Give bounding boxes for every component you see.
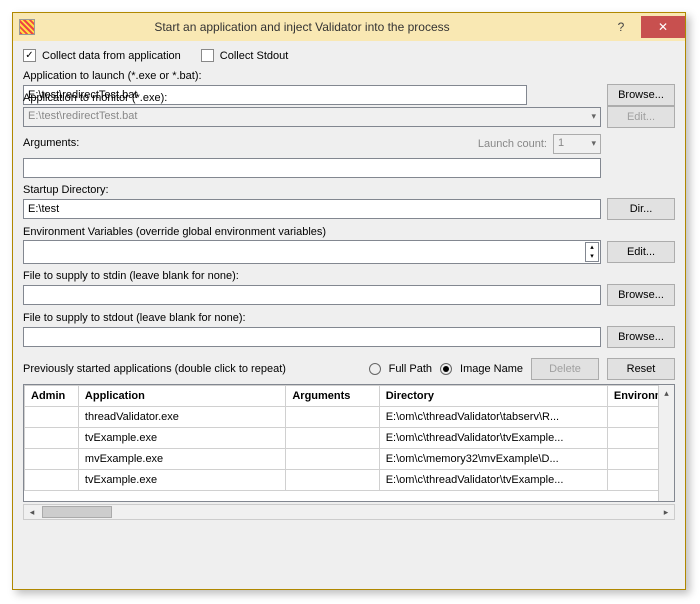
env-vars-stepper[interactable]: ▴ ▾: [585, 242, 599, 262]
table-row[interactable]: threadValidator.exe E:\om\c\threadValidat…: [25, 407, 674, 428]
edit-monitor-button[interactable]: Edit...: [607, 106, 675, 128]
th-admin[interactable]: Admin: [25, 386, 79, 407]
stdout-file-input[interactable]: [23, 327, 601, 347]
chevron-up-icon[interactable]: ▴: [586, 243, 598, 252]
cell-admin: [25, 407, 79, 428]
cell-app: mvExample.exe: [78, 449, 285, 470]
browse-stdin-button[interactable]: Browse...: [607, 284, 675, 306]
startup-dir-label: Startup Directory:: [23, 184, 675, 196]
arguments-label: Arguments:: [23, 137, 472, 149]
titlebar-buttons: ? ✕: [601, 16, 685, 38]
edit-env-button[interactable]: Edit...: [607, 241, 675, 263]
th-directory[interactable]: Directory: [379, 386, 607, 407]
cell-args: [286, 407, 379, 428]
image-name-radio[interactable]: [440, 363, 452, 375]
cell-dir: E:\om\c\threadValidator\tvExample...: [379, 428, 607, 449]
table-row[interactable]: tvExample.exe E:\om\c\threadValidator\tvE…: [25, 428, 674, 449]
full-path-radio[interactable]: [369, 363, 381, 375]
cell-dir: E:\om\c\threadValidator\tvExample...: [379, 470, 607, 491]
cell-dir: E:\om\c\threadValidator\tabserv\R...: [379, 407, 607, 428]
cell-admin: [25, 428, 79, 449]
cell-admin: [25, 470, 79, 491]
window-title: Start an application and inject Validato…: [43, 20, 601, 34]
app-monitor-input[interactable]: E:\test\redirectTest.bat: [23, 107, 601, 127]
cell-admin: [25, 449, 79, 470]
browse-stdout-button[interactable]: Browse...: [607, 326, 675, 348]
cell-args: [286, 428, 379, 449]
stdout-file-label: File to supply to stdout (leave blank fo…: [23, 312, 675, 324]
cell-app: threadValidator.exe: [78, 407, 285, 428]
cell-args: [286, 449, 379, 470]
delete-button[interactable]: Delete: [531, 358, 599, 380]
dialog-content: Collect data from application Collect St…: [13, 41, 685, 589]
arguments-input[interactable]: [23, 158, 601, 178]
env-vars-input[interactable]: ▴ ▾: [23, 240, 601, 264]
full-path-label: Full Path: [389, 363, 432, 375]
scroll-right-icon[interactable]: ▸: [658, 507, 674, 518]
help-button[interactable]: ?: [601, 16, 641, 38]
image-name-label: Image Name: [460, 363, 523, 375]
collect-stdout-label: Collect Stdout: [220, 50, 288, 62]
startup-dir-input[interactable]: [23, 199, 601, 219]
horizontal-scrollbar[interactable]: ◂ ▸: [23, 504, 675, 520]
prev-apps-label: Previously started applications (double …: [23, 363, 361, 375]
dir-button[interactable]: Dir...: [607, 198, 675, 220]
stdin-file-input[interactable]: [23, 285, 601, 305]
launch-count-input[interactable]: 1: [553, 134, 601, 154]
cell-app: tvExample.exe: [78, 470, 285, 491]
dialog-window: Start an application and inject Validato…: [12, 12, 686, 590]
stdin-file-label: File to supply to stdin (leave blank for…: [23, 270, 675, 282]
env-vars-label: Environment Variables (override global e…: [23, 226, 675, 238]
scroll-thumb[interactable]: [42, 506, 112, 518]
table-row[interactable]: mvExample.exe E:\om\c\memory32\mvExample\…: [25, 449, 674, 470]
th-application[interactable]: Application: [78, 386, 285, 407]
th-arguments[interactable]: Arguments: [286, 386, 379, 407]
vertical-scrollbar[interactable]: ▴: [658, 385, 674, 501]
cell-dir: E:\om\c\memory32\mvExample\D...: [379, 449, 607, 470]
collect-data-checkbox[interactable]: [23, 49, 36, 62]
app-icon: [19, 19, 35, 35]
launch-count-label: Launch count:: [478, 138, 547, 150]
scroll-up-icon[interactable]: ▴: [659, 385, 674, 401]
browse-launch-button[interactable]: Browse...: [607, 84, 675, 106]
prev-apps-table: Admin Application Arguments Directory En…: [23, 384, 675, 502]
chevron-down-icon[interactable]: ▾: [586, 252, 598, 261]
cell-app: tvExample.exe: [78, 428, 285, 449]
close-button[interactable]: ✕: [641, 16, 685, 38]
titlebar: Start an application and inject Validato…: [13, 13, 685, 41]
collect-stdout-checkbox[interactable]: [201, 49, 214, 62]
cell-args: [286, 470, 379, 491]
scroll-left-icon[interactable]: ◂: [24, 507, 40, 518]
collect-data-label: Collect data from application: [42, 50, 181, 62]
table-row[interactable]: tvExample.exe E:\om\c\threadValidator\tvE…: [25, 470, 674, 491]
app-launch-label: Application to launch (*.exe or *.bat):: [23, 70, 675, 82]
reset-button[interactable]: Reset: [607, 358, 675, 380]
